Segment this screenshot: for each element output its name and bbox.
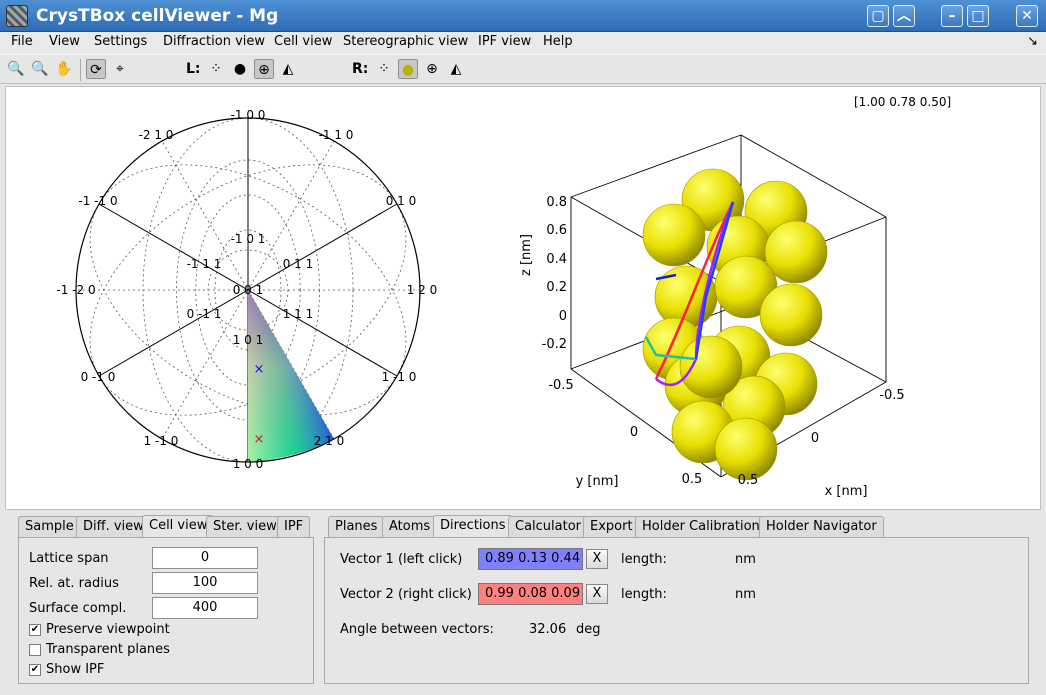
zoom-out-icon[interactable]: 🔍 [30,59,50,79]
angle-unit: deg [576,622,601,637]
vector-1-unit: nm [735,552,756,567]
cell-view-panel: Lattice span 0 Rel. at. radius 100 Surfa… [18,537,314,684]
transparent-planes-label: Transparent planes [46,642,170,657]
x-tick: 0 [811,431,819,446]
tab-sample[interactable]: Sample [18,516,81,537]
title-bar[interactable]: CrysTBox cellViewer - Mg ▢ ︿ – □ ✕ [0,0,1046,32]
angle-value: 32.06 [529,622,567,637]
menu-settings[interactable]: Settings [94,34,147,49]
right-diffraction-icon[interactable]: ⁘ [374,59,394,79]
menu-diffraction-view[interactable]: Diffraction view [163,34,265,49]
show-ipf-label: Show IPF [46,662,105,677]
tab-holder-navigator[interactable]: Holder Navigator [759,516,884,537]
right-ipf-icon[interactable]: ◭ [446,59,466,79]
atom-sphere [714,417,778,481]
tab-planes[interactable]: Planes [328,516,385,537]
vector-1-label: Vector 1 (left click) [340,552,463,567]
y-axis-label: y [nm] [576,474,619,489]
surface-field[interactable]: 400 [152,597,258,619]
tab-holder-calibration[interactable]: Holder Calibration [635,516,767,537]
pan-hand-icon[interactable]: ✋ [54,59,74,79]
tab-export[interactable]: Export [583,516,640,537]
toolbar: 🔍 🔍 ✋ ⟳ ⌖ L: ⁘ ● ⊕ ◭ R: ⁘ ● ⊕ ◭ [0,54,1046,84]
unit-cell-3d-view[interactable]: z [nm] y [nm] x [nm] 0.8 0.6 0.4 0.2 0 -… [6,87,1040,509]
right-cell-icon[interactable]: ● [398,59,418,79]
menu-help[interactable]: Help [543,34,573,49]
z-tick: -0.2 [542,337,567,352]
window-title: CrysTBox cellViewer - Mg [36,6,279,26]
x-axis-label: x [nm] [825,484,868,499]
show-ipf-checkbox[interactable]: ✔ [29,664,41,676]
atom-sphere [679,335,743,399]
z-axis-label: z [nm] [519,234,534,276]
x-tick: -0.5 [879,388,904,403]
z-tick: 0 [559,309,567,324]
tab-atoms[interactable]: Atoms [382,516,438,537]
vector-2-length-label: length: [621,587,667,602]
tab-diff-view[interactable]: Diff. view [76,516,151,537]
tab-ster-view[interactable]: Ster. view [206,516,284,537]
rel-radius-field[interactable]: 100 [152,572,258,594]
minimize-icon[interactable]: – [941,5,963,27]
tab-ipf[interactable]: IPF [277,516,311,537]
menu-cell-view[interactable]: Cell view [274,34,332,49]
left-diffraction-icon[interactable]: ⁘ [206,59,226,79]
vector-1-field[interactable]: 0.89 0.13 0.44 [478,548,583,570]
view-coordinates: [1.00 0.78 0.50] [854,95,952,109]
rotate-3d-icon[interactable]: ⟳ [86,59,106,79]
left-cell-icon[interactable]: ● [230,59,250,79]
rel-radius-label: Rel. at. radius [29,576,119,591]
atom-sphere [759,283,823,347]
left-ipf-icon[interactable]: ◭ [278,59,298,79]
menu-view[interactable]: View [49,34,80,49]
menu-bar: File View Settings Diffraction view Cell… [0,32,1046,54]
atom-sphere [642,203,706,267]
z-tick: 0.2 [546,280,567,295]
tab-cell-view[interactable]: Cell view [142,515,215,538]
transparent-planes-checkbox[interactable] [29,644,41,656]
zoom-in-icon[interactable]: 🔍 [6,59,26,79]
vector-2-unit: nm [735,587,756,602]
left-stereo-icon[interactable]: ⊕ [254,59,274,79]
vector-2-field[interactable]: 0.99 0.08 0.09 [478,583,583,605]
surface-label: Surface compl. [29,601,127,616]
menu-file[interactable]: File [11,34,33,49]
menu-ipf-view[interactable]: IPF view [478,34,531,49]
data-cursor-icon[interactable]: ⌖ [110,59,130,79]
vector-1-length-label: length: [621,552,667,567]
tab-calculator[interactable]: Calculator [508,516,589,537]
right-view-label: R: [352,61,369,77]
view-area: × × -1 0 0 -2 1 0 -1 1 0 -1 -1 0 0 1 0 -… [5,86,1041,510]
y-tick: -0.5 [548,378,573,393]
vector-2-clear-button[interactable]: X [586,584,608,604]
preserve-viewpoint-label: Preserve viewpoint [46,622,170,637]
atom-sphere [654,265,718,329]
menu-stereographic-view[interactable]: Stereographic view [343,34,468,49]
menu-window-icon[interactable]: ▢ [867,5,889,27]
app-icon [6,5,28,27]
preserve-viewpoint-checkbox[interactable]: ✔ [29,624,41,636]
left-tab-bar: Sample Diff. view Cell view Ster. view I… [18,515,318,538]
vector-2-label: Vector 2 (right click) [340,587,472,602]
left-view-label: L: [186,61,201,77]
close-icon[interactable]: ✕ [1016,5,1038,27]
right-tab-bar: Planes Atoms Directions Calculator Expor… [328,515,1028,538]
angle-label: Angle between vectors: [340,622,494,637]
vector-1-clear-button[interactable]: X [586,549,608,569]
menu-overflow-icon[interactable]: ↘ [1027,34,1038,49]
tab-directions[interactable]: Directions [433,515,513,538]
maximize-icon[interactable]: □ [967,5,989,27]
lattice-span-label: Lattice span [29,551,109,566]
shade-icon[interactable]: ︿ [893,5,915,27]
right-stereo-icon[interactable]: ⊕ [422,59,442,79]
y-tick: 0.5 [682,472,703,487]
y-tick: 0 [630,425,638,440]
z-tick: 0.8 [546,195,567,210]
x-tick: 0.5 [738,473,759,488]
directions-panel: Vector 1 (left click) 0.89 0.13 0.44 X l… [324,537,1029,684]
z-tick: 0.4 [546,252,567,267]
z-tick: 0.6 [546,223,567,238]
lattice-span-field[interactable]: 0 [152,547,258,569]
